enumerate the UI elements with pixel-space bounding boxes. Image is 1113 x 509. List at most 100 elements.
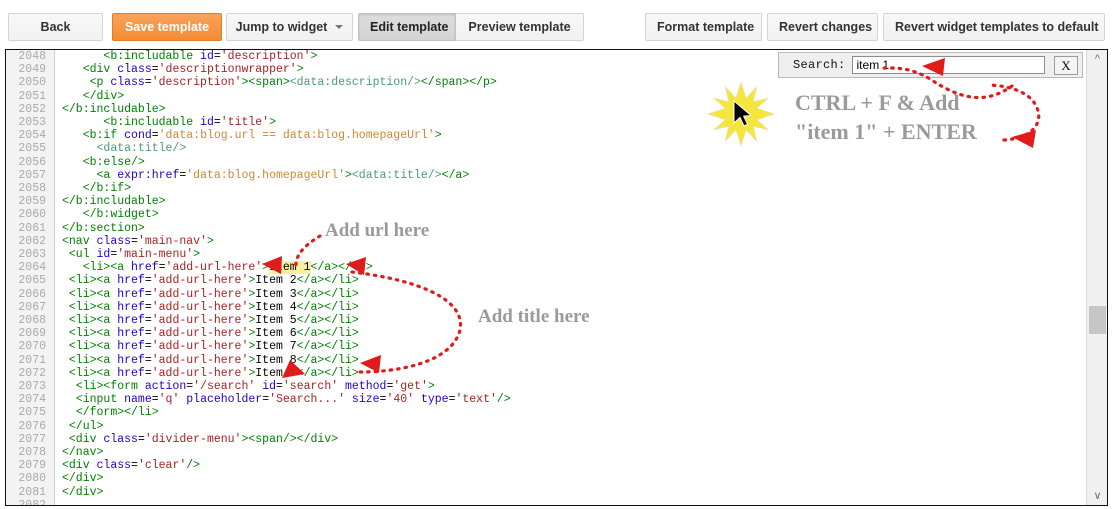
find-bar[interactable]: Search: X bbox=[778, 52, 1083, 78]
chevron-down-icon bbox=[335, 24, 344, 29]
code-text: </div> bbox=[62, 472, 104, 486]
tab-edit-template[interactable]: Edit template bbox=[358, 13, 456, 41]
code-line[interactable]: 2051 </div> bbox=[6, 90, 1085, 103]
line-number: 2078 bbox=[18, 446, 46, 459]
code-line[interactable]: 2064 <li><a href='add-url-here'>Item 1</… bbox=[6, 261, 1085, 275]
line-number: 2077 bbox=[18, 432, 46, 446]
code-line[interactable]: 2065 <li><a href='add-url-here'>Item 2</… bbox=[6, 274, 1085, 287]
code-text: <b:else/> bbox=[82, 155, 145, 169]
code-editor[interactable]: 2048 <b:includable id='description'> 2049… bbox=[5, 49, 1108, 506]
line-number: 2054 bbox=[18, 129, 46, 143]
format-template-button[interactable]: Format template bbox=[645, 13, 762, 41]
code-line[interactable]: 2058 </b:if> bbox=[6, 182, 1085, 195]
mouse-cursor-icon bbox=[733, 99, 753, 130]
code-line[interactable]: 2081 </div> bbox=[6, 486, 1085, 499]
code-text: </b:section> bbox=[62, 221, 145, 235]
code-line[interactable]: 2060 </b:widget> bbox=[6, 208, 1085, 221]
code-text: <data:title/> bbox=[96, 142, 187, 156]
code-line[interactable]: 2067 <li><a href='add-url-here'>Item 4</… bbox=[6, 301, 1085, 314]
code-text: <li><a href='add-url-here'>Item 2</a></l… bbox=[68, 274, 359, 288]
code-content[interactable]: 2048 <b:includable id='description'> 2049… bbox=[6, 50, 1085, 505]
code-text: <div class='descriptionwrapper'> bbox=[82, 63, 304, 77]
line-number: 2065 bbox=[18, 274, 46, 288]
line-number: 2048 bbox=[18, 50, 46, 63]
find-input[interactable] bbox=[851, 56, 1045, 74]
revert-widget-templates-button[interactable]: Revert widget templates to default bbox=[883, 13, 1105, 41]
code-line[interactable]: 2071 <li><a href='add-url-here'>Item 8</… bbox=[6, 354, 1085, 367]
line-number: 2068 bbox=[18, 314, 46, 327]
code-line[interactable]: 2059 </b:includable> bbox=[6, 195, 1085, 208]
code-text: <a expr:href='data:blog.homepageUrl'><da… bbox=[96, 168, 470, 182]
code-line[interactable]: 2066 <li><a href='add-url-here'>Item 3</… bbox=[6, 288, 1085, 301]
line-number: 2055 bbox=[18, 142, 46, 156]
code-text: </b:if> bbox=[82, 182, 132, 195]
code-line[interactable]: 2050 <p class='description'><span><data:… bbox=[6, 76, 1085, 89]
line-number: 2081 bbox=[18, 485, 46, 499]
code-line[interactable]: 2075 </form></li> bbox=[6, 406, 1085, 419]
code-text: </form></li> bbox=[75, 406, 159, 420]
line-number: 2057 bbox=[18, 168, 46, 182]
code-line[interactable]: 2052 </b:includable> bbox=[6, 103, 1085, 116]
code-text: <b:if cond='data:blog.url == data:blog.h… bbox=[82, 129, 442, 143]
code-text: <li><a href='add-url-here'>Item 8</a></l… bbox=[68, 353, 359, 367]
code-line[interactable]: 2079 <div class='clear'/> bbox=[6, 459, 1085, 472]
line-number: 2069 bbox=[18, 327, 46, 341]
code-text: </b:includable> bbox=[62, 102, 166, 116]
code-line[interactable]: 2069 <li><a href='add-url-here'>Item 6</… bbox=[6, 327, 1085, 340]
toolbar: Back Save template Jump to widget Edit t… bbox=[0, 0, 1113, 47]
code-text: <nav class='main-nav'> bbox=[62, 234, 214, 248]
line-number: 2061 bbox=[18, 221, 46, 235]
code-text: <li><a href='add-url-here'>Item 1</a></l… bbox=[82, 261, 373, 275]
jump-to-widget-label: Jump to widget bbox=[235, 20, 328, 34]
line-number: 2059 bbox=[18, 195, 46, 209]
code-line[interactable]: 2072 <li><a href='add-url-here'>Item 9</… bbox=[6, 367, 1085, 380]
code-line[interactable]: 2073 <li><form action='/search' id='sear… bbox=[6, 380, 1085, 393]
line-number: 2058 bbox=[18, 182, 46, 195]
line-number: 2049 bbox=[18, 63, 46, 77]
code-line[interactable]: 2076 </ul> bbox=[6, 420, 1085, 433]
line-number: 2072 bbox=[18, 366, 46, 380]
line-number: 2082 bbox=[6, 499, 46, 505]
scrollbar-thumb[interactable] bbox=[1089, 306, 1106, 334]
code-line[interactable]: 2053 <b:includable id='title'> bbox=[6, 116, 1085, 129]
code-line[interactable]: 2056 <b:else/> bbox=[6, 156, 1085, 169]
revert-changes-button[interactable]: Revert changes bbox=[767, 13, 878, 41]
tab-preview-template[interactable]: Preview template bbox=[456, 13, 584, 41]
back-button[interactable]: Back bbox=[8, 13, 103, 41]
code-line[interactable]: 2074 <input name='q' placeholder='Search… bbox=[6, 393, 1085, 406]
line-number: 2051 bbox=[18, 89, 46, 103]
code-text: <li><a href='add-url-here'>Item 7</a></l… bbox=[68, 340, 359, 354]
scroll-up-arrow-icon[interactable]: ^ bbox=[1087, 50, 1107, 68]
code-line[interactable]: 2078 </nav> bbox=[6, 446, 1085, 459]
code-text: </nav> bbox=[62, 446, 104, 459]
code-line[interactable]: 2082 bbox=[6, 499, 1085, 505]
jump-to-widget-dropdown[interactable]: Jump to widget bbox=[226, 13, 353, 41]
line-number: 2063 bbox=[18, 248, 46, 261]
code-text: </div> bbox=[82, 89, 125, 103]
code-line[interactable]: 2061 </b:section> bbox=[6, 222, 1085, 235]
code-line[interactable]: 2057 <a expr:href='data:blog.homepageUrl… bbox=[6, 169, 1085, 182]
line-number: 2076 bbox=[18, 419, 46, 433]
code-line[interactable]: 2068 <li><a href='add-url-here'>Item 5</… bbox=[6, 314, 1085, 327]
line-number: 2075 bbox=[18, 406, 46, 420]
code-line[interactable]: 2077 <div class='divider-menu'><span/></… bbox=[6, 433, 1085, 446]
find-label: Search: bbox=[793, 58, 846, 72]
code-text: <li><a href='add-url-here'>Item 6</a></l… bbox=[68, 327, 359, 341]
code-line[interactable]: 2080 </div> bbox=[6, 472, 1085, 485]
line-number: 2070 bbox=[18, 340, 46, 354]
code-line[interactable]: 2062 <nav class='main-nav'> bbox=[6, 235, 1085, 248]
code-text: <p class='description'><span><data:descr… bbox=[89, 76, 497, 90]
code-line[interactable]: 2063 <ul id='main-menu'> bbox=[6, 248, 1085, 261]
template-editor-page: Back Save template Jump to widget Edit t… bbox=[0, 0, 1113, 509]
editor-vertical-scrollbar[interactable]: ^ ∨ bbox=[1086, 50, 1107, 505]
code-text: <div class='divider-menu'><span/></div> bbox=[68, 432, 339, 446]
save-template-button[interactable]: Save template bbox=[112, 13, 222, 41]
line-number: 2080 bbox=[18, 472, 46, 486]
code-line[interactable]: 2070 <li><a href='add-url-here'>Item 7</… bbox=[6, 340, 1085, 353]
find-close-button[interactable]: X bbox=[1054, 55, 1078, 75]
line-number: 2062 bbox=[18, 234, 46, 248]
code-line[interactable]: 2054 <b:if cond='data:blog.url == data:b… bbox=[6, 129, 1085, 142]
scroll-down-arrow-icon[interactable]: ∨ bbox=[1087, 487, 1107, 505]
code-line[interactable]: 2055 <data:title/> bbox=[6, 142, 1085, 155]
code-text: <li><a href='add-url-here'>Item 3</a></l… bbox=[68, 287, 359, 301]
